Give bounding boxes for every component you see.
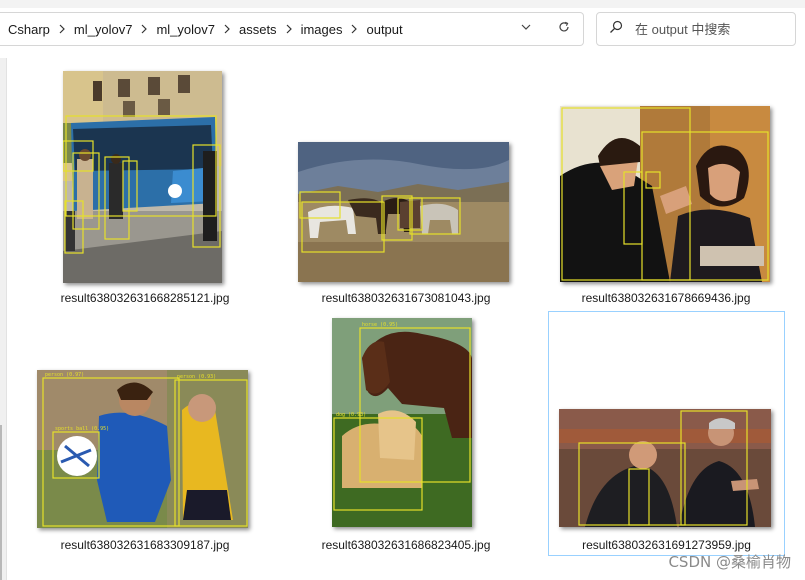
file-thumbnail (63, 71, 222, 283)
watermark: CSDN @桑榆肖物 (668, 553, 791, 571)
detection-label: person (0.97) (45, 372, 84, 378)
detection-label: horse (0.95) (362, 322, 398, 328)
file-thumbnail (298, 142, 509, 282)
file-thumbnail (560, 106, 770, 282)
detection-label: person (0.93) (177, 374, 216, 380)
navigation-pane-divider[interactable] (6, 58, 7, 580)
breadcrumb-item-ml-yolov7[interactable]: ml_yolov7 (74, 22, 133, 37)
breadcrumb-item-images[interactable]: images (301, 22, 343, 37)
chevron-down-icon (520, 20, 532, 38)
chevron-right-icon[interactable] (342, 13, 366, 45)
window-top-strip (0, 0, 805, 8)
breadcrumb: Csharp ml_yolov7 ml_yolov7 assets images… (0, 13, 507, 45)
file-thumbnail: horse (0.95) dog (0.93) (332, 318, 472, 527)
file-tile[interactable]: result638032631668285121.jpg (40, 64, 250, 314)
chevron-right-icon[interactable] (132, 13, 156, 45)
chevron-right-icon[interactable] (50, 13, 74, 45)
breadcrumb-item-ml-yolov7-inner[interactable]: ml_yolov7 (156, 22, 215, 37)
address-history-button[interactable] (507, 13, 545, 45)
file-tile-selected[interactable]: result638032631691273959.jpg (548, 311, 785, 556)
file-name: result638032631683309187.jpg (60, 538, 230, 552)
file-tile[interactable]: horse (0.95) dog (0.93) result6380326316… (290, 312, 522, 562)
file-name: result638032631673081043.jpg (321, 291, 491, 305)
chevron-right-icon[interactable] (277, 13, 301, 45)
refresh-icon (558, 20, 570, 38)
breadcrumb-item-assets[interactable]: assets (239, 22, 277, 37)
navigation-pane-scrollbar[interactable] (0, 425, 2, 580)
file-tile[interactable]: result638032631678669436.jpg (548, 64, 784, 314)
file-thumbnail (559, 409, 771, 527)
file-name: result638032631678669436.jpg (581, 291, 751, 305)
file-name: result638032631691273959.jpg (582, 538, 751, 552)
search-input[interactable] (633, 20, 777, 38)
breadcrumb-item-csharp[interactable]: Csharp (8, 22, 50, 37)
file-tile[interactable]: person (0.97) person (0.93) sports ball … (37, 312, 250, 562)
breadcrumb-item-output[interactable]: output (366, 22, 402, 37)
file-name: result638032631686823405.jpg (321, 538, 491, 552)
detection-label: sports ball (0.95) (55, 426, 109, 432)
detection-label: dog (0.93) (336, 412, 366, 418)
file-tile[interactable]: result638032631673081043.jpg (290, 64, 522, 314)
search-box[interactable] (596, 12, 796, 46)
search-icon (609, 20, 633, 39)
file-name: result638032631668285121.jpg (60, 291, 230, 305)
address-bar[interactable]: Csharp ml_yolov7 ml_yolov7 assets images… (0, 12, 584, 46)
refresh-button[interactable] (545, 13, 583, 45)
chevron-right-icon[interactable] (215, 13, 239, 45)
file-thumbnail: person (0.97) person (0.93) sports ball … (37, 370, 248, 528)
